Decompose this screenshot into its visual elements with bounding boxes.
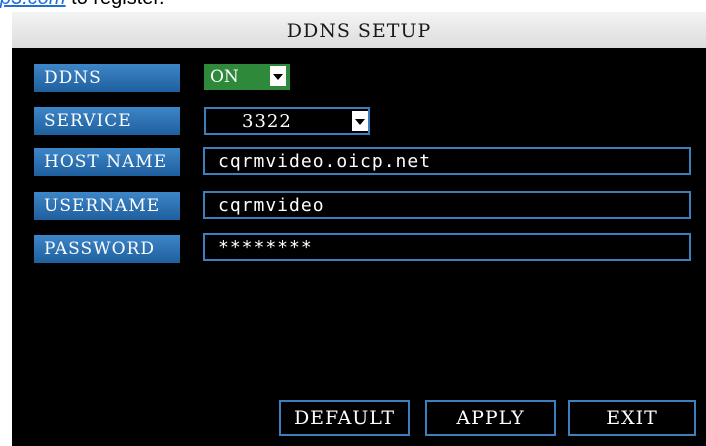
register-text: to register.: [66, 0, 164, 9]
password-label: PASSWORD: [34, 235, 180, 263]
ddns-select[interactable]: ON: [204, 64, 290, 90]
ddns-label: DDNS: [34, 64, 180, 92]
ddns-setup-screen: DDNS SETUP DDNS ON SERVICE 3322 HOST NAM…: [12, 12, 706, 446]
ddns-value: ON: [210, 67, 239, 87]
service-value: 3322: [242, 111, 292, 132]
chevron-down-icon[interactable]: [270, 66, 286, 86]
service-select[interactable]: 3322: [204, 107, 370, 135]
apply-button[interactable]: APPLY: [425, 400, 556, 436]
username-field[interactable]: cqrmvideo: [203, 191, 691, 219]
document-text-fragment: p3.com to register.: [0, 0, 165, 10]
password-field[interactable]: ********: [203, 233, 691, 261]
exit-button[interactable]: EXIT: [568, 400, 696, 436]
host-name-field[interactable]: cqrmvideo.oicp.net: [203, 147, 691, 175]
register-link[interactable]: p3.com: [0, 0, 66, 9]
username-label: USERNAME: [34, 192, 180, 220]
chevron-down-icon[interactable]: [352, 111, 368, 131]
window-title: DDNS SETUP: [12, 12, 706, 48]
default-button[interactable]: DEFAULT: [279, 400, 410, 436]
service-label: SERVICE: [34, 107, 180, 135]
host-name-label: HOST NAME: [34, 148, 180, 176]
